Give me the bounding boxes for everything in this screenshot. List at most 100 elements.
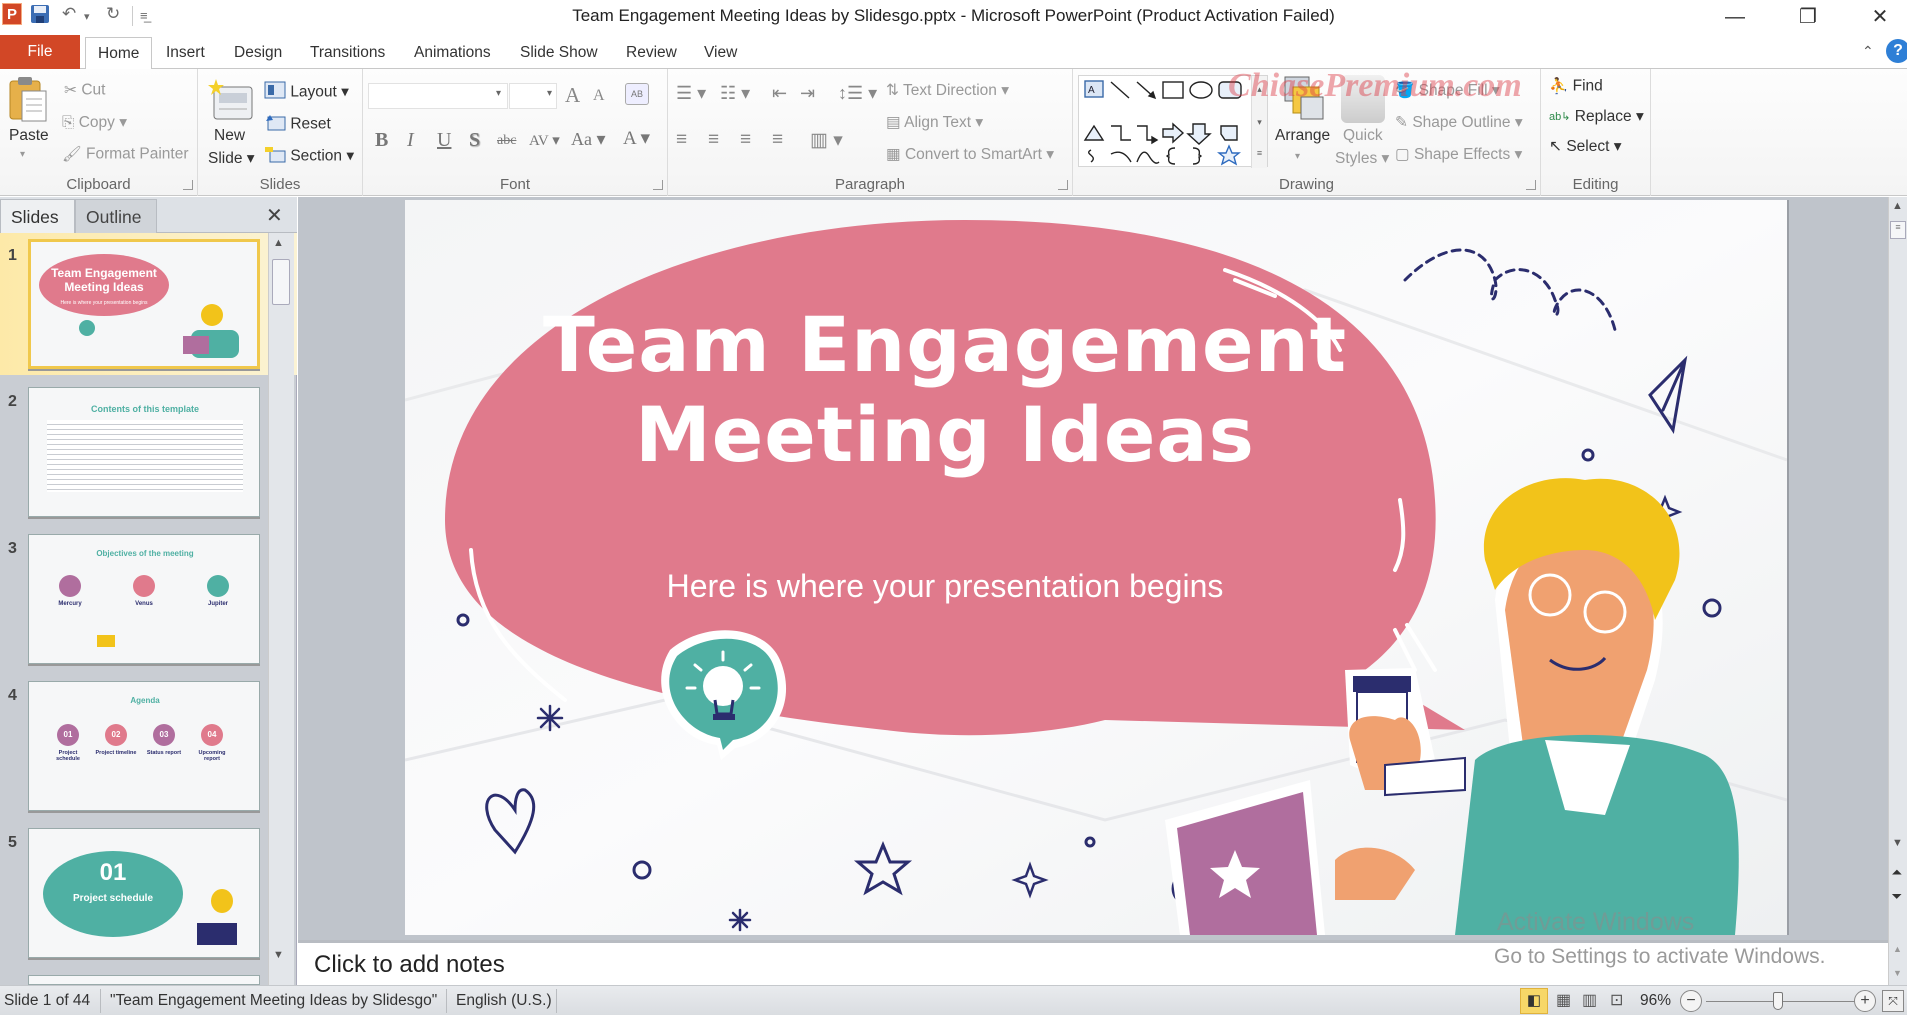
slide-title[interactable]: Team Engagement Meeting Ideas <box>405 300 1485 480</box>
font-size-select[interactable]: ▾ <box>509 83 557 109</box>
italic-button[interactable]: I <box>407 129 414 152</box>
scroll-up-icon[interactable]: ▲ <box>273 237 284 249</box>
tab-home[interactable]: Home <box>85 37 153 70</box>
font-color-button[interactable]: A ▾ <box>623 127 650 150</box>
scroll-thumb[interactable] <box>272 259 290 305</box>
zoom-slider-thumb[interactable] <box>1772 992 1783 1010</box>
new-slide-button[interactable]: Slide ▾ <box>208 149 255 168</box>
minimize-button[interactable]: — <box>1710 2 1760 32</box>
fit-to-window-button[interactable]: ⤧ <box>1882 990 1904 1012</box>
normal-view-button[interactable]: ◧ <box>1520 988 1548 1014</box>
slide-thumbnail-1[interactable]: Team Engagement Meeting Ideas Here is wh… <box>28 239 260 369</box>
scroll-up-icon[interactable]: ▲ <box>1892 200 1903 212</box>
paragraph-launcher-icon[interactable] <box>1058 180 1068 190</box>
decrease-indent-button[interactable]: ⇤ <box>772 83 787 104</box>
font-launcher-icon[interactable] <box>653 180 663 190</box>
quick-styles-button[interactable]: Styles ▾ <box>1335 149 1389 168</box>
previous-slide-icon[interactable]: ⏶ <box>1892 865 1902 880</box>
arrange-button[interactable]: Arrange <box>1275 127 1330 145</box>
help-icon[interactable]: ? <box>1886 39 1907 63</box>
paste-dropdown-icon[interactable]: ▾ <box>20 149 25 160</box>
shape-outline-button[interactable]: ✎ Shape Outline ▾ <box>1395 113 1523 132</box>
numbering-button[interactable]: ☷ ▾ <box>720 83 750 104</box>
tab-slides[interactable]: Slides <box>0 199 75 233</box>
restore-button[interactable]: ❐ <box>1783 2 1833 32</box>
tab-slide-show[interactable]: Slide Show <box>508 37 610 69</box>
close-pane-icon[interactable]: ✕ <box>266 203 283 228</box>
tab-file[interactable]: File <box>0 35 80 69</box>
strikethrough-button[interactable]: abc <box>497 133 516 149</box>
paste-button[interactable]: Paste <box>9 127 49 145</box>
character-spacing-button[interactable]: AV ▾ <box>529 131 560 150</box>
scroll-thumb[interactable]: ≡ <box>1890 221 1906 239</box>
align-right-button[interactable]: ≡ <box>740 129 751 151</box>
tab-view[interactable]: View <box>692 37 749 69</box>
section-button[interactable]: Section ▾ <box>264 145 354 168</box>
change-case-button[interactable]: Aa ▾ <box>571 129 606 150</box>
slide-thumbnail-6[interactable] <box>28 975 260 985</box>
new-slide-icon[interactable] <box>208 77 254 128</box>
zoom-in-button[interactable]: + <box>1854 990 1876 1012</box>
slide-canvas[interactable]: Team Engagement Meeting Ideas Here is wh… <box>405 200 1787 935</box>
slide-vertical-scrollbar[interactable]: ▲ ≡ ▼ ⏶ ⏷ <box>1888 197 1907 940</box>
tab-outline[interactable]: Outline <box>75 199 157 233</box>
select-button[interactable]: ↖ Select ▾ <box>1549 137 1622 156</box>
scroll-down-icon[interactable]: ▼ <box>1893 968 1902 978</box>
language-indicator[interactable]: English (U.S.) <box>456 992 552 1010</box>
cut-button[interactable]: ✂ Cut <box>64 81 105 100</box>
slide-thumbnail-4[interactable]: Agenda 01 02 03 04 Project schedule Proj… <box>28 681 260 811</box>
notes-scrollbar[interactable]: ▲ ▼ <box>1888 940 1907 985</box>
scroll-up-icon[interactable]: ▲ <box>1893 944 1902 954</box>
close-button[interactable]: ✕ <box>1855 2 1905 32</box>
underline-button[interactable]: U <box>437 129 451 152</box>
collapse-ribbon-icon[interactable]: ⌃ <box>1862 43 1874 60</box>
columns-button[interactable]: ▥ ▾ <box>810 129 843 152</box>
bullets-button[interactable]: ☰ ▾ <box>676 83 706 104</box>
arrange-dropdown-icon[interactable]: ▾ <box>1295 151 1300 162</box>
increase-indent-button[interactable]: ⇥ <box>800 83 815 104</box>
slide-subtitle[interactable]: Here is where your presentation begins <box>405 568 1485 605</box>
new-slide-label-1[interactable]: New <box>214 127 245 145</box>
font-name-select[interactable]: ▾ <box>368 83 508 109</box>
shadow-button[interactable]: S <box>469 129 480 152</box>
tab-animations[interactable]: Animations <box>402 37 503 69</box>
replace-button[interactable]: ab↳ Replace ▾ <box>1549 107 1644 126</box>
tab-review[interactable]: Review <box>614 37 689 69</box>
notes-placeholder[interactable]: Click to add notes <box>314 951 505 979</box>
copy-button[interactable]: ⎘ Copy ▾ <box>62 113 127 132</box>
shrink-font-button[interactable]: A <box>593 87 605 105</box>
slide-thumbnail-5[interactable]: 01 Project schedule <box>28 828 260 958</box>
scroll-down-icon[interactable]: ▼ <box>273 949 284 961</box>
bold-button[interactable]: B <box>375 129 388 152</box>
align-center-button[interactable]: ≡ <box>708 129 719 151</box>
zoom-out-button[interactable]: − <box>1680 990 1702 1012</box>
grow-font-button[interactable]: A <box>565 83 580 108</box>
tab-insert[interactable]: Insert <box>154 37 217 69</box>
justify-button[interactable]: ≡ <box>772 129 783 151</box>
convert-smartart-button[interactable]: ▦ Convert to SmartArt ▾ <box>886 145 1054 164</box>
scroll-down-icon[interactable]: ▼ <box>1892 837 1903 849</box>
align-left-button[interactable]: ≡ <box>676 129 687 151</box>
theme-name[interactable]: "Team Engagement Meeting Ideas by Slides… <box>110 992 437 1010</box>
clipboard-launcher-icon[interactable] <box>183 180 193 190</box>
tab-transitions[interactable]: Transitions <box>298 37 397 69</box>
slides-pane-scrollbar[interactable]: ▲ ▼ <box>268 233 294 985</box>
layout-button[interactable]: Layout ▾ <box>264 81 349 104</box>
clear-formatting-icon[interactable]: AB <box>625 83 649 105</box>
format-painter-button[interactable]: 🖌 Format Painter <box>62 145 189 164</box>
tab-design[interactable]: Design <box>222 37 294 69</box>
find-button[interactable]: ⛹ Find <box>1549 77 1603 96</box>
quick-styles-label-1[interactable]: Quick <box>1343 127 1383 145</box>
line-spacing-button[interactable]: ↕☰ ▾ <box>838 83 877 104</box>
drawing-launcher-icon[interactable] <box>1526 180 1536 190</box>
align-text-button[interactable]: ▤ Align Text ▾ <box>886 113 983 132</box>
shape-effects-button[interactable]: ▢ Shape Effects ▾ <box>1395 145 1522 164</box>
reset-button[interactable]: Reset <box>264 113 331 136</box>
slide-show-button[interactable]: ⊡ <box>1610 990 1623 1010</box>
next-slide-icon[interactable]: ⏷ <box>1892 889 1902 904</box>
reading-view-button[interactable]: ▥ <box>1582 990 1597 1010</box>
slide-thumbnail-2[interactable]: Contents of this template <box>28 387 260 517</box>
text-direction-button[interactable]: ⇅ Text Direction ▾ <box>886 81 1009 100</box>
slide-thumbnail-3[interactable]: Objectives of the meeting Mercury Venus … <box>28 534 260 664</box>
slide-sorter-button[interactable]: ▦ <box>1556 990 1571 1010</box>
